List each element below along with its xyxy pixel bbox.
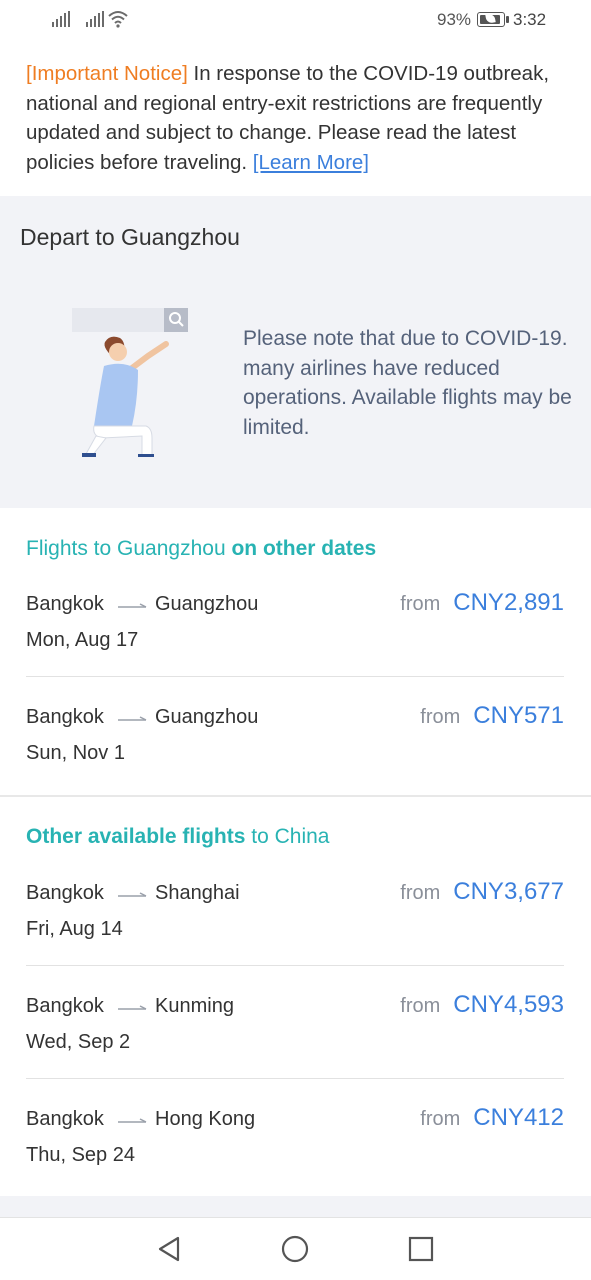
- notice-tag: [Important Notice]: [26, 62, 188, 85]
- origin-city: Bangkok: [26, 995, 104, 1017]
- origin-city: Bangkok: [26, 593, 104, 615]
- destination-city: Guangzhou: [155, 593, 259, 615]
- flight-price: CNY412: [473, 1104, 564, 1131]
- from-label: from: [400, 882, 441, 904]
- divider: [26, 965, 564, 966]
- arrow-right-icon: [118, 1005, 147, 1010]
- flight-date: Mon, Aug 17: [26, 629, 139, 651]
- arrow-right-icon: [118, 603, 147, 608]
- back-icon[interactable]: [153, 1233, 185, 1265]
- page-title: Depart to Guangzhou: [20, 224, 240, 250]
- arrow-right-icon: [118, 892, 147, 897]
- other-flights-heading: Other available flights to China: [26, 825, 329, 849]
- origin-city: Bangkok: [26, 706, 104, 728]
- heading-bold: on other dates: [231, 537, 377, 560]
- learn-more-link[interactable]: [Learn More]: [253, 151, 369, 174]
- destination-city: Shanghai: [155, 882, 240, 904]
- from-label: from: [400, 593, 441, 615]
- destination-city: Hong Kong: [155, 1108, 256, 1130]
- price-info: from CNY571: [420, 702, 564, 730]
- price-info: from CNY4,593: [400, 991, 564, 1019]
- destination-city: Guangzhou: [155, 706, 259, 728]
- wifi-icon: [108, 11, 128, 28]
- flight-price: CNY2,891: [453, 589, 564, 616]
- important-notice: [Important Notice] In response to the CO…: [26, 59, 571, 177]
- price-info: from CNY3,677: [400, 878, 564, 906]
- flight-date: Wed, Sep 2: [26, 1031, 131, 1053]
- flight-row[interactable]: Bangkok Shanghai Fri, Aug 14 from CNY3,67…: [26, 878, 564, 994]
- signal-icon: [52, 11, 70, 27]
- flight-date: Thu, Sep 24: [26, 1144, 135, 1166]
- flight-price: CNY3,677: [453, 878, 564, 905]
- other-dates-heading: Flights to Guangzhou on other dates: [26, 537, 376, 561]
- from-label: from: [420, 1108, 461, 1130]
- flight-price: CNY4,593: [453, 991, 564, 1018]
- origin-city: Bangkok: [26, 882, 104, 904]
- covid-info-panel: Depart to Guangzhou Please note that due…: [0, 196, 591, 508]
- from-label: from: [400, 995, 441, 1017]
- heading-bold: Other available flights: [26, 825, 246, 848]
- system-nav-bar: [0, 1217, 591, 1280]
- flight-row[interactable]: Bangkok Guangzhou Sun, Nov 1 from CNY571: [26, 702, 564, 818]
- price-info: from CNY412: [420, 1104, 564, 1132]
- origin-city: Bangkok: [26, 1108, 104, 1130]
- price-info: from CNY2,891: [400, 589, 564, 617]
- status-bar: 93% 3:32: [0, 0, 591, 40]
- signal-icon: [86, 11, 104, 27]
- from-label: from: [420, 706, 461, 728]
- section-divider: [0, 795, 591, 797]
- covid-info-message: Please note that due to COVID-19. many a…: [243, 327, 572, 439]
- flight-date: Fri, Aug 14: [26, 918, 123, 940]
- flight-row[interactable]: Bangkok Kunming Wed, Sep 2 from CNY4,593: [26, 991, 564, 1107]
- arrow-right-icon: [118, 716, 147, 721]
- divider: [26, 676, 564, 677]
- home-icon[interactable]: [279, 1233, 311, 1265]
- destination-city: Kunming: [155, 995, 234, 1017]
- divider: [26, 1078, 564, 1079]
- arrow-right-icon: [118, 1118, 147, 1123]
- flight-date: Sun, Nov 1: [26, 742, 125, 764]
- battery-icon: [477, 12, 509, 27]
- flight-row[interactable]: Bangkok Guangzhou Mon, Aug 17 from CNY2,8…: [26, 589, 564, 705]
- heading-plain: Flights to Guangzhou: [26, 537, 226, 560]
- heading-plain: to China: [251, 825, 330, 848]
- battery-percent: 93%: [437, 10, 472, 29]
- bottom-spacer: [0, 1196, 591, 1217]
- flight-price: CNY571: [473, 702, 564, 729]
- search-person-illustration: [72, 308, 188, 457]
- clock: 3:32: [513, 10, 547, 29]
- recents-icon[interactable]: [405, 1233, 437, 1265]
